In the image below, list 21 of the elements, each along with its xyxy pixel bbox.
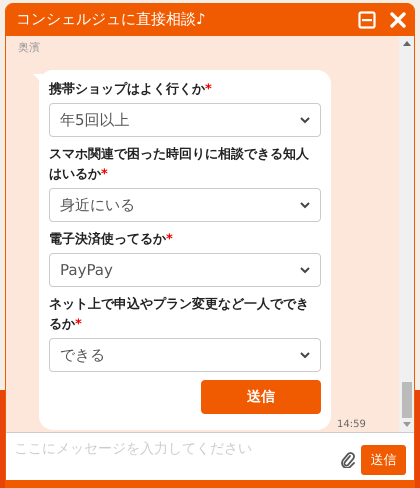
question-label: 携帯ショップはよく行くか* (49, 80, 213, 99)
scroll-up-icon[interactable] (402, 41, 410, 46)
caret-icon[interactable] (300, 202, 310, 208)
agent-name: 奥濱 (18, 40, 41, 56)
minimize-icon[interactable] (358, 10, 376, 28)
close-icon[interactable] (390, 12, 406, 28)
dropdown[interactable]: 身近にいる (49, 188, 321, 222)
dropdown[interactable]: PayPay (49, 253, 321, 287)
scrollbar[interactable] (399, 36, 414, 432)
caret-icon[interactable] (300, 116, 310, 124)
question-label: 電子決済使ってるか* (49, 230, 174, 249)
question-label: ネット上で申込やプラン変更など一人でできるか* (49, 296, 310, 334)
dropdown[interactable]: 年5回以上 (49, 103, 321, 137)
caret-icon[interactable] (300, 266, 310, 274)
window-title: コンシェルジュに直接相談♪ (16, 10, 207, 29)
dropdown[interactable]: できる (49, 338, 321, 372)
message-time: 14:59 (337, 419, 366, 430)
paperclip-icon[interactable] (341, 452, 355, 468)
caret-icon[interactable] (300, 352, 310, 358)
scroll-thumb[interactable] (402, 382, 412, 418)
question-label: スマホ関連で困った時回りに相談できる知人はいるか* (49, 146, 310, 184)
